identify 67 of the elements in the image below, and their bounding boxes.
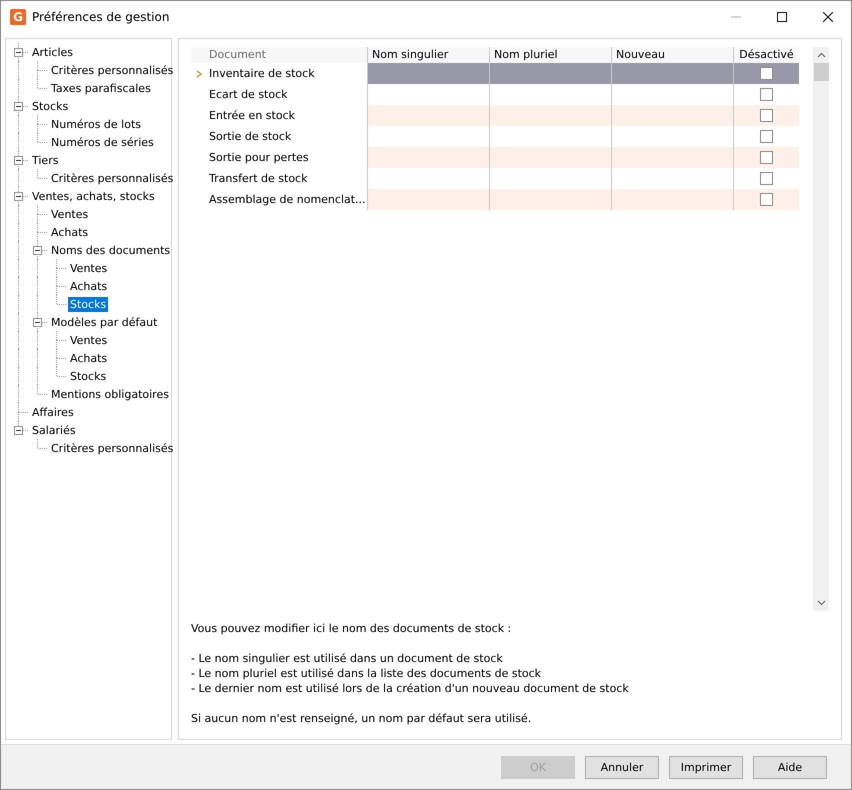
table-cell[interactable] bbox=[611, 147, 733, 168]
table-cell[interactable] bbox=[489, 105, 611, 126]
table-cell[interactable] bbox=[367, 189, 489, 210]
tree-item[interactable]: Ventes bbox=[49, 206, 90, 222]
tree-item[interactable]: Salariés bbox=[30, 422, 78, 438]
description-text: - Le nom pluriel est utilisé dans la liste des documents de stock bbox=[191, 666, 542, 681]
table-cell[interactable] bbox=[611, 63, 733, 84]
collapse-icon[interactable] bbox=[14, 426, 23, 435]
collapse-icon[interactable] bbox=[14, 192, 23, 201]
table-cell[interactable] bbox=[489, 147, 611, 168]
dialog-button[interactable]: Aide bbox=[753, 756, 827, 778]
minimize-icon bbox=[731, 16, 741, 18]
tree-item[interactable]: Articles bbox=[30, 44, 76, 60]
checkbox[interactable] bbox=[760, 67, 773, 80]
description-text: Vous pouvez modifier ici le nom des documents de stock : bbox=[191, 621, 512, 636]
dialog-button[interactable]: Annuler bbox=[585, 756, 659, 778]
tree-item[interactable]: Achats bbox=[68, 350, 110, 366]
column-header: Document bbox=[208, 47, 267, 63]
checkbox[interactable] bbox=[760, 109, 773, 122]
scroll-thumb[interactable] bbox=[814, 63, 828, 81]
table-cell[interactable] bbox=[367, 147, 489, 168]
tree-item[interactable]: Stocks bbox=[30, 98, 70, 114]
tree-item[interactable]: Ventes bbox=[68, 260, 110, 276]
collapse-icon[interactable] bbox=[14, 156, 23, 165]
dialog-button[interactable]: Imprimer bbox=[669, 756, 743, 778]
tree-item[interactable]: Numéros de séries bbox=[49, 134, 156, 150]
checkbox[interactable] bbox=[760, 88, 773, 101]
checkbox[interactable] bbox=[760, 172, 773, 185]
table-cell[interactable] bbox=[367, 63, 489, 84]
tree-item[interactable]: Critères personnalisés bbox=[49, 440, 176, 456]
description-text: - Le dernier nom est utilisé lors de la création d'un nouveau document de stock bbox=[191, 681, 630, 696]
checkbox[interactable] bbox=[760, 151, 773, 164]
tree-item[interactable]: Numéros de lots bbox=[49, 116, 143, 132]
collapse-icon[interactable] bbox=[14, 102, 23, 111]
app-logo-icon: G bbox=[10, 8, 26, 24]
collapse-icon[interactable] bbox=[33, 246, 42, 255]
table-cell[interactable] bbox=[611, 189, 733, 210]
tree-item[interactable]: Affaires bbox=[30, 404, 76, 420]
scroll-down-icon[interactable] bbox=[816, 600, 826, 606]
checkbox[interactable] bbox=[760, 193, 773, 206]
tree-item[interactable]: Ventes, achats, stocks bbox=[30, 188, 157, 204]
tree-item[interactable]: Ventes bbox=[68, 332, 110, 348]
table-cell[interactable] bbox=[611, 105, 733, 126]
tree-item[interactable]: Stocks bbox=[68, 368, 108, 384]
table-cell[interactable] bbox=[489, 189, 611, 210]
tree-item[interactable]: Critères personnalisés bbox=[49, 62, 176, 78]
table-cell[interactable] bbox=[367, 105, 489, 126]
collapse-icon[interactable] bbox=[33, 318, 42, 327]
tree-item[interactable]: Achats bbox=[68, 278, 110, 294]
window-title: Préférences de gestion bbox=[32, 10, 170, 24]
tree-item[interactable]: Taxes parafiscales bbox=[49, 80, 153, 96]
description-text: Si aucun nom n'est renseigné, un nom par défaut sera utilisé. bbox=[191, 711, 532, 726]
close-icon bbox=[823, 12, 833, 22]
tree-item[interactable]: Stocks bbox=[68, 296, 108, 312]
tree-item[interactable]: Noms des documents bbox=[49, 242, 172, 258]
tree-item[interactable]: Modèles par défaut bbox=[49, 314, 160, 330]
description-text: - Le nom singulier est utilisé dans un document de stock bbox=[191, 651, 504, 666]
checkbox[interactable] bbox=[760, 130, 773, 143]
scroll-up-icon[interactable] bbox=[816, 52, 826, 58]
tree-item[interactable]: Mentions obligatoires bbox=[49, 386, 171, 402]
collapse-icon[interactable] bbox=[14, 48, 23, 57]
current-row-icon bbox=[196, 70, 202, 78]
tree-item[interactable]: Tiers bbox=[30, 152, 60, 168]
maximize-icon bbox=[777, 12, 787, 22]
tree-item[interactable]: Achats bbox=[49, 224, 90, 240]
table-cell[interactable] bbox=[489, 63, 611, 84]
tree-item[interactable]: Critères personnalisés bbox=[49, 170, 176, 186]
